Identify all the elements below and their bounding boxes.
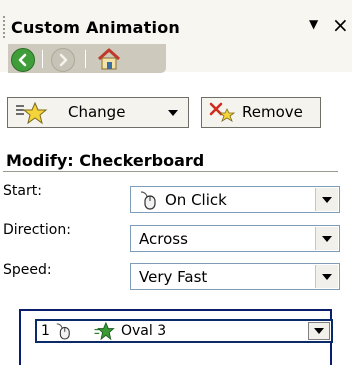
start-value: On Click <box>165 191 227 209</box>
heading-divider <box>3 171 338 172</box>
entrance-star-icon <box>93 321 115 345</box>
list-item[interactable]: 1 Oval 3 <box>35 319 333 343</box>
chevron-down-icon[interactable] <box>315 227 338 250</box>
pane-menu-dropdown-icon[interactable]: ▼ <box>309 17 318 31</box>
speed-value: Very Fast <box>139 268 208 286</box>
nav-divider <box>42 50 43 68</box>
speed-label: Speed: <box>3 262 52 278</box>
pane-title: Custom Animation <box>11 18 180 37</box>
chevron-down-icon[interactable] <box>308 322 330 340</box>
start-label: Start: <box>3 183 42 199</box>
custom-animation-pane: Custom Animation ▼ × Change Remove Modif… <box>0 0 352 365</box>
navigation-group <box>8 44 166 73</box>
start-dropdown[interactable]: On Click <box>130 186 340 213</box>
direction-label: Direction: <box>3 222 71 238</box>
remove-effect-button[interactable]: Remove <box>201 97 321 128</box>
animation-target-name: Oval 3 <box>121 323 167 339</box>
remove-effect-icon <box>208 101 238 125</box>
drag-grip[interactable] <box>3 16 5 38</box>
home-icon[interactable] <box>96 47 122 71</box>
direction-dropdown[interactable]: Across <box>130 225 340 252</box>
add-effect-star-icon <box>14 101 48 125</box>
chevron-down-icon[interactable] <box>315 265 338 288</box>
mouse-icon <box>139 190 157 214</box>
navigation-bar <box>0 44 352 73</box>
back-arrow-icon[interactable] <box>11 48 35 72</box>
mouse-icon <box>55 322 71 344</box>
chevron-down-icon[interactable] <box>315 188 338 211</box>
change-effect-button[interactable]: Change <box>7 97 189 128</box>
close-pane-icon[interactable]: × <box>332 13 349 37</box>
animation-order-list[interactable]: 1 Oval 3 <box>19 309 333 365</box>
forward-arrow-icon[interactable] <box>51 48 75 72</box>
animation-order-number: 1 <box>41 323 50 339</box>
change-button-label: Change <box>68 103 126 121</box>
nav-divider <box>85 50 86 68</box>
direction-value: Across <box>139 230 188 248</box>
chevron-down-icon <box>168 110 178 116</box>
modify-heading: Modify: Checkerboard <box>6 151 205 170</box>
remove-button-label: Remove <box>242 103 303 121</box>
speed-dropdown[interactable]: Very Fast <box>130 263 340 290</box>
pane-title-bar: Custom Animation ▼ × <box>0 0 352 44</box>
